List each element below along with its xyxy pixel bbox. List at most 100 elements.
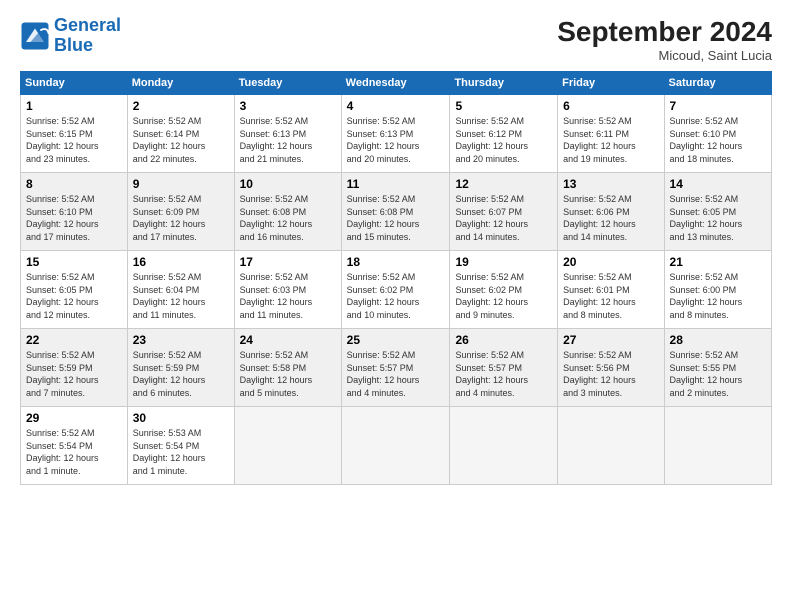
day-number: 17 (240, 255, 336, 269)
day-number: 13 (563, 177, 658, 191)
day-number: 24 (240, 333, 336, 347)
calendar-cell: 6Sunrise: 5:52 AMSunset: 6:11 PMDaylight… (558, 95, 664, 173)
calendar-cell: 24 Sunrise: 5:52 AMSunset: 5:58 PMDayligh… (234, 329, 341, 407)
calendar-cell: 2 Sunrise: 5:52 AMSunset: 6:14 PMDaylight… (127, 95, 234, 173)
calendar-cell: 15 Sunrise: 5:52 AMSunset: 6:05 PMDayligh… (21, 251, 128, 329)
weekday-header: Thursday (450, 72, 558, 95)
logo-text: General Blue (54, 16, 121, 56)
day-info: Sunrise: 5:52 AMSunset: 6:13 PMDaylight:… (240, 115, 336, 165)
calendar: SundayMondayTuesdayWednesdayThursdayFrid… (20, 71, 772, 485)
logo-icon (20, 21, 50, 51)
calendar-cell (664, 407, 771, 485)
day-info: Sunrise: 5:52 AMSunset: 5:54 PMDaylight:… (26, 427, 122, 477)
calendar-header-row: SundayMondayTuesdayWednesdayThursdayFrid… (21, 72, 772, 95)
calendar-cell: 20 Sunrise: 5:52 AMSunset: 6:01 PMDayligh… (558, 251, 664, 329)
calendar-cell: 26 Sunrise: 5:52 AMSunset: 5:57 PMDayligh… (450, 329, 558, 407)
calendar-cell: 17 Sunrise: 5:52 AMSunset: 6:03 PMDayligh… (234, 251, 341, 329)
day-info: Sunrise: 5:52 AMSunset: 6:06 PMDaylight:… (563, 193, 658, 243)
calendar-cell: 11Sunrise: 5:52 AMSunset: 6:08 PMDayligh… (341, 173, 450, 251)
day-number: 23 (133, 333, 229, 347)
calendar-cell (558, 407, 664, 485)
calendar-cell (234, 407, 341, 485)
day-number: 15 (26, 255, 122, 269)
day-number: 4 (347, 99, 445, 113)
logo-line2: Blue (54, 35, 93, 55)
calendar-cell: 19Sunrise: 5:52 AMSunset: 6:02 PMDayligh… (450, 251, 558, 329)
day-number: 25 (347, 333, 445, 347)
calendar-cell: 12Sunrise: 5:52 AMSunset: 6:07 PMDayligh… (450, 173, 558, 251)
weekday-header: Friday (558, 72, 664, 95)
calendar-cell: 9Sunrise: 5:52 AMSunset: 6:09 PMDaylight… (127, 173, 234, 251)
location: Micoud, Saint Lucia (557, 48, 772, 63)
calendar-cell: 21 Sunrise: 5:52 AMSunset: 6:00 PMDayligh… (664, 251, 771, 329)
day-info: Sunrise: 5:52 AMSunset: 5:59 PMDaylight:… (133, 349, 229, 399)
day-number: 2 (133, 99, 229, 113)
page: General Blue September 2024 Micoud, Sain… (0, 0, 792, 612)
logo: General Blue (20, 16, 121, 56)
day-number: 9 (133, 177, 229, 191)
day-info: Sunrise: 5:52 AMSunset: 6:14 PMDaylight:… (133, 115, 229, 165)
calendar-cell: 4 Sunrise: 5:52 AMSunset: 6:13 PMDaylight… (341, 95, 450, 173)
day-number: 20 (563, 255, 658, 269)
weekday-header: Saturday (664, 72, 771, 95)
calendar-cell: 22 Sunrise: 5:52 AMSunset: 5:59 PMDayligh… (21, 329, 128, 407)
month-title: September 2024 (557, 16, 772, 48)
weekday-header: Tuesday (234, 72, 341, 95)
day-number: 7 (670, 99, 766, 113)
day-info: Sunrise: 5:52 AMSunset: 6:00 PMDaylight:… (670, 271, 766, 321)
calendar-cell: 27Sunrise: 5:52 AMSunset: 5:56 PMDayligh… (558, 329, 664, 407)
day-number: 19 (455, 255, 552, 269)
day-number: 26 (455, 333, 552, 347)
day-info: Sunrise: 5:52 AMSunset: 6:12 PMDaylight:… (455, 115, 552, 165)
day-number: 14 (670, 177, 766, 191)
calendar-week-row: 8Sunrise: 5:52 AMSunset: 6:10 PMDaylight… (21, 173, 772, 251)
day-number: 10 (240, 177, 336, 191)
day-number: 29 (26, 411, 122, 425)
calendar-cell: 16 Sunrise: 5:52 AMSunset: 6:04 PMDayligh… (127, 251, 234, 329)
calendar-week-row: 29 Sunrise: 5:52 AMSunset: 5:54 PMDayligh… (21, 407, 772, 485)
calendar-cell: 14 Sunrise: 5:52 AMSunset: 6:05 PMDayligh… (664, 173, 771, 251)
day-info: Sunrise: 5:52 AMSunset: 5:59 PMDaylight:… (26, 349, 122, 399)
day-number: 3 (240, 99, 336, 113)
day-info: Sunrise: 5:52 AMSunset: 6:05 PMDaylight:… (670, 193, 766, 243)
calendar-week-row: 22 Sunrise: 5:52 AMSunset: 5:59 PMDayligh… (21, 329, 772, 407)
day-info: Sunrise: 5:52 AMSunset: 6:08 PMDaylight:… (347, 193, 445, 243)
day-info: Sunrise: 5:52 AMSunset: 6:13 PMDaylight:… (347, 115, 445, 165)
calendar-cell: 13 Sunrise: 5:52 AMSunset: 6:06 PMDayligh… (558, 173, 664, 251)
day-info: Sunrise: 5:52 AMSunset: 5:55 PMDaylight:… (670, 349, 766, 399)
calendar-cell: 29 Sunrise: 5:52 AMSunset: 5:54 PMDayligh… (21, 407, 128, 485)
weekday-header: Monday (127, 72, 234, 95)
day-info: Sunrise: 5:52 AMSunset: 6:01 PMDaylight:… (563, 271, 658, 321)
day-number: 1 (26, 99, 122, 113)
weekday-header: Wednesday (341, 72, 450, 95)
day-number: 21 (670, 255, 766, 269)
day-info: Sunrise: 5:52 AMSunset: 5:57 PMDaylight:… (455, 349, 552, 399)
day-info: Sunrise: 5:52 AMSunset: 6:02 PMDaylight:… (347, 271, 445, 321)
day-info: Sunrise: 5:52 AMSunset: 5:58 PMDaylight:… (240, 349, 336, 399)
day-number: 16 (133, 255, 229, 269)
calendar-cell: 30Sunrise: 5:53 AMSunset: 5:54 PMDayligh… (127, 407, 234, 485)
calendar-cell (341, 407, 450, 485)
day-info: Sunrise: 5:52 AMSunset: 6:15 PMDaylight:… (26, 115, 122, 165)
day-number: 12 (455, 177, 552, 191)
calendar-cell: 7 Sunrise: 5:52 AMSunset: 6:10 PMDaylight… (664, 95, 771, 173)
day-info: Sunrise: 5:52 AMSunset: 6:05 PMDaylight:… (26, 271, 122, 321)
calendar-week-row: 1 Sunrise: 5:52 AMSunset: 6:15 PMDaylight… (21, 95, 772, 173)
calendar-cell: 1 Sunrise: 5:52 AMSunset: 6:15 PMDaylight… (21, 95, 128, 173)
calendar-cell (450, 407, 558, 485)
day-number: 28 (670, 333, 766, 347)
day-info: Sunrise: 5:52 AMSunset: 6:08 PMDaylight:… (240, 193, 336, 243)
day-number: 6 (563, 99, 658, 113)
calendar-cell: 5Sunrise: 5:52 AMSunset: 6:12 PMDaylight… (450, 95, 558, 173)
day-number: 22 (26, 333, 122, 347)
header: General Blue September 2024 Micoud, Sain… (20, 16, 772, 63)
calendar-cell: 25 Sunrise: 5:52 AMSunset: 5:57 PMDayligh… (341, 329, 450, 407)
calendar-cell: 18Sunrise: 5:52 AMSunset: 6:02 PMDayligh… (341, 251, 450, 329)
day-number: 30 (133, 411, 229, 425)
day-info: Sunrise: 5:52 AMSunset: 6:04 PMDaylight:… (133, 271, 229, 321)
calendar-cell: 10 Sunrise: 5:52 AMSunset: 6:08 PMDayligh… (234, 173, 341, 251)
calendar-cell: 3 Sunrise: 5:52 AMSunset: 6:13 PMDaylight… (234, 95, 341, 173)
day-info: Sunrise: 5:52 AMSunset: 6:03 PMDaylight:… (240, 271, 336, 321)
day-info: Sunrise: 5:52 AMSunset: 6:10 PMDaylight:… (670, 115, 766, 165)
day-info: Sunrise: 5:52 AMSunset: 5:57 PMDaylight:… (347, 349, 445, 399)
